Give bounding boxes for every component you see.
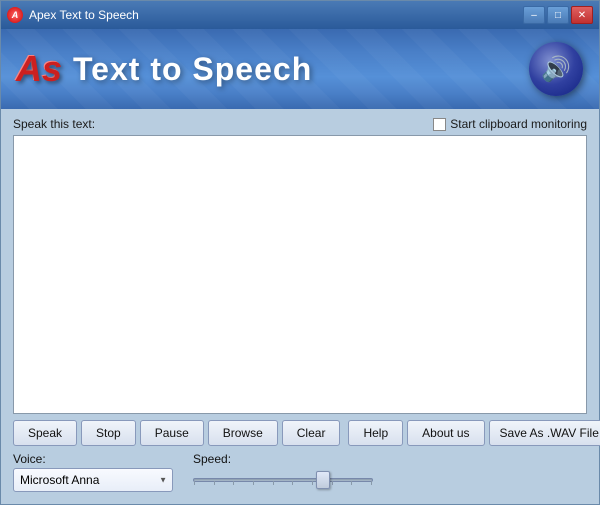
text-area-header: Speak this text: Start clipboard monitor… xyxy=(13,117,587,131)
speed-label: Speed: xyxy=(193,452,587,466)
tick-2 xyxy=(214,481,215,485)
voice-select-wrapper: Microsoft Anna Microsoft Sam Microsoft M… xyxy=(13,468,173,492)
tick-9 xyxy=(351,481,352,485)
help-button[interactable]: Help xyxy=(348,420,403,446)
browse-button[interactable]: Browse xyxy=(208,420,278,446)
app-icon: A xyxy=(7,7,23,23)
window-title: Apex Text to Speech xyxy=(29,8,139,22)
voice-label: Voice: xyxy=(13,452,173,466)
clipboard-label: Start clipboard monitoring xyxy=(450,117,587,131)
clipboard-monitoring[interactable]: Start clipboard monitoring xyxy=(433,117,587,131)
speak-label: Speak this text: xyxy=(13,117,95,131)
pause-button[interactable]: Pause xyxy=(140,420,204,446)
tick-5 xyxy=(273,481,274,485)
speed-slider-rail xyxy=(193,478,373,482)
speed-slider-track xyxy=(193,470,373,490)
app-window: A Apex Text to Speech – □ ✕ As Text to S… xyxy=(0,0,600,505)
speak-text-input[interactable] xyxy=(14,136,586,413)
tick-8 xyxy=(332,481,333,485)
title-bar-left: A Apex Text to Speech xyxy=(7,7,139,23)
window-controls: – □ ✕ xyxy=(523,6,593,24)
app-header: As Text to Speech 🔊 xyxy=(1,29,599,109)
about-us-button[interactable]: About us xyxy=(407,420,484,446)
clear-button[interactable]: Clear xyxy=(282,420,341,446)
speaker-graphic: 🔊 xyxy=(529,42,583,96)
speaker-circle: 🔊 xyxy=(529,42,583,96)
voice-section: Voice: Microsoft Anna Microsoft Sam Micr… xyxy=(13,452,173,492)
logo-icon: As xyxy=(17,47,61,91)
logo-letters: As xyxy=(16,51,62,87)
tick-7 xyxy=(312,481,313,485)
tick-10 xyxy=(371,481,372,485)
main-content: Speak this text: Start clipboard monitor… xyxy=(1,109,599,504)
speaker-icon: 🔊 xyxy=(541,55,571,84)
action-buttons-row: Speak Stop Pause Browse Clear Help About… xyxy=(13,420,587,446)
close-button[interactable]: ✕ xyxy=(571,6,593,24)
minimize-button[interactable]: – xyxy=(523,6,545,24)
voice-dropdown[interactable]: Microsoft Anna Microsoft Sam Microsoft M… xyxy=(13,468,173,492)
tick-4 xyxy=(253,481,254,485)
tick-3 xyxy=(233,481,234,485)
tick-1 xyxy=(194,481,195,485)
app-title: Text to Speech xyxy=(73,51,312,88)
stop-button[interactable]: Stop xyxy=(81,420,136,446)
text-area-section: Speak this text: Start clipboard monitor… xyxy=(13,117,587,414)
text-input-wrapper xyxy=(13,135,587,414)
bottom-controls-row: Voice: Microsoft Anna Microsoft Sam Micr… xyxy=(13,452,587,496)
tick-6 xyxy=(292,481,293,485)
speed-section: Speed: xyxy=(193,452,587,492)
speed-slider-container xyxy=(193,468,587,492)
speed-slider-ticks xyxy=(194,481,372,485)
clipboard-checkbox[interactable] xyxy=(433,118,446,131)
speed-slider-thumb[interactable] xyxy=(316,471,330,489)
maximize-button[interactable]: □ xyxy=(547,6,569,24)
save-wav-button[interactable]: Save As .WAV File xyxy=(489,420,600,446)
title-bar: A Apex Text to Speech – □ ✕ xyxy=(1,1,599,29)
speak-button[interactable]: Speak xyxy=(13,420,77,446)
logo-area: As Text to Speech xyxy=(17,47,312,91)
